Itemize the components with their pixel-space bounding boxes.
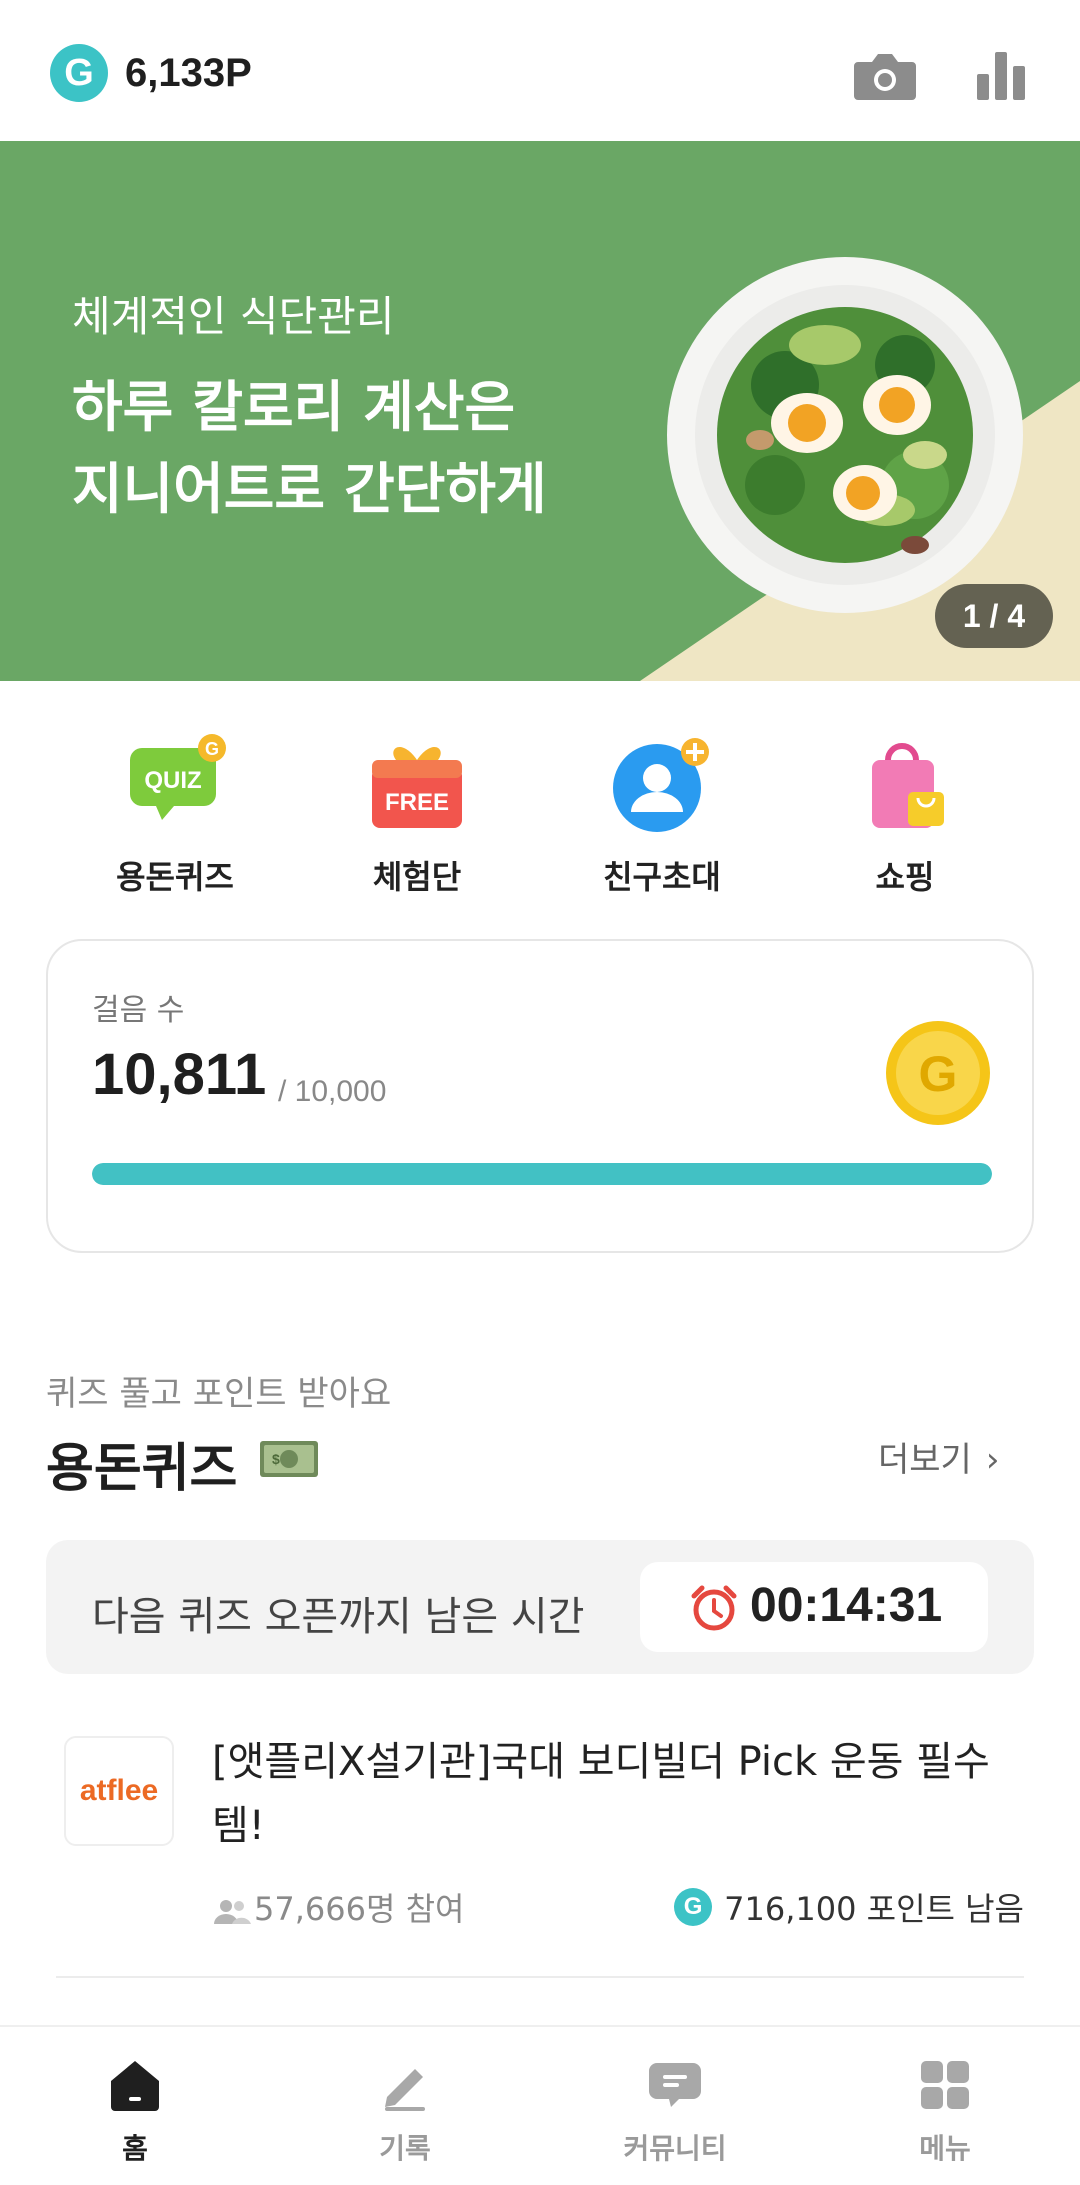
nav-community[interactable]: 커뮤니티 <box>540 2027 810 2185</box>
steps-goal: / 10,000 <box>278 1075 387 1108</box>
quick-menu-experience[interactable]: FREE 체험단 <box>317 730 517 900</box>
nav-label: 커뮤니티 <box>623 2132 727 2165</box>
svg-text:FREE: FREE <box>385 789 449 816</box>
banner-pager: 1 / 4 <box>935 584 1053 648</box>
salad-plate-image <box>667 257 1023 613</box>
banner-title-line-1: 하루 칼로리 계산은 <box>72 375 516 439</box>
free-gift-icon: FREE <box>372 746 462 828</box>
point-balance[interactable]: 6,133P <box>125 46 252 100</box>
people-icon <box>214 1900 251 1924</box>
quick-menu-label: 친구초대 <box>603 858 721 896</box>
timer-value: 00:14:31 <box>750 1579 943 1632</box>
timer-label: 다음 퀴즈 오픈까지 남은 시간 <box>92 1594 585 1640</box>
steps-progress-bar <box>92 1163 992 1185</box>
banner-title: 하루 칼로리 계산은 지니어트로 간단하게 <box>72 366 547 530</box>
nav-menu[interactable]: 메뉴 <box>810 2027 1080 2185</box>
alarm-clock-icon <box>691 1585 737 1631</box>
shopping-bag-icon <box>872 743 944 828</box>
nav-label: 기록 <box>379 2132 431 2165</box>
quick-menu-invite[interactable]: 친구초대 <box>562 730 762 900</box>
invite-friend-icon <box>613 738 709 832</box>
quiz-points-remaining: G 716,100 포인트 남음 <box>674 1884 1024 1930</box>
quiz-participants: 57,666명 참여 <box>212 1884 464 1930</box>
point-g-icon: G <box>674 1888 713 1926</box>
nav-label: 홈 <box>122 2132 148 2165</box>
quiz-section-subtitle: 퀴즈 풀고 포인트 받아요 <box>46 1374 392 1414</box>
home-icon <box>111 2061 159 2111</box>
quick-menu-label: 용돈퀴즈 <box>116 858 234 896</box>
list-divider <box>56 1976 1024 1978</box>
quiz-item-title: [앳플리X설기관]국대 보디빌더 Pick 운동 필수템! <box>212 1739 990 1849</box>
bottom-navigation: 홈 기록 커뮤니티 메뉴 <box>0 2025 1080 2185</box>
quick-menu-shopping[interactable]: 쇼핑 <box>805 730 1005 900</box>
quiz-more-link[interactable]: 더보기 › <box>878 1432 999 1481</box>
svg-text:G: G <box>205 739 219 759</box>
point-g-icon: G <box>50 44 108 102</box>
top-header: G 6,133P <box>0 0 1080 141</box>
banner-title-line-2: 지니어트로 간단하게 <box>72 457 547 521</box>
pencil-icon <box>385 2069 425 2111</box>
svg-text:G: G <box>919 1046 958 1102</box>
steps-card[interactable]: 걸음 수 10,811 / 10,000 G <box>46 939 1034 1253</box>
quiz-list-item[interactable]: atflee [앳플리X설기관]국대 보디빌더 Pick 운동 필수템! 57,… <box>46 1722 1034 1977</box>
steps-label: 걸음 수 <box>92 993 185 1028</box>
nav-label: 메뉴 <box>919 2132 971 2165</box>
quick-menu-label: 쇼핑 <box>875 858 935 896</box>
remaining-text: 716,100 포인트 남음 <box>724 1890 1024 1928</box>
bar-chart-icon[interactable] <box>966 40 1036 110</box>
chevron-right-icon: › <box>985 1440 1000 1480</box>
svg-text:QUIZ: QUIZ <box>144 767 201 794</box>
participants-text: 57,666명 참여 <box>254 1890 465 1928</box>
money-icon: $ <box>260 1441 318 1477</box>
quiz-timer-box: 다음 퀴즈 오픈까지 남은 시간 00:14:31 <box>46 1540 1034 1674</box>
nav-home[interactable]: 홈 <box>0 2027 270 2185</box>
steps-progress-fill <box>92 1163 992 1185</box>
timer-pill: 00:14:31 <box>640 1562 988 1652</box>
grid-menu-icon <box>921 2061 969 2109</box>
camera-icon[interactable] <box>850 40 920 110</box>
banner-subtitle: 체계적인 식단관리 <box>72 292 395 341</box>
quick-menu-quiz[interactable]: QUIZ G 용돈퀴즈 <box>75 730 275 900</box>
chat-bubble-icon <box>649 2063 701 2107</box>
svg-text:$: $ <box>272 1451 280 1467</box>
quick-menu-label: 체험단 <box>372 858 462 896</box>
quiz-section-title: 용돈퀴즈 <box>46 1439 238 1499</box>
nav-record[interactable]: 기록 <box>270 2027 540 2185</box>
steps-value: 10,811 <box>92 1042 267 1107</box>
quiz-icon: QUIZ G <box>130 734 226 820</box>
atflee-logo: atflee <box>64 1736 174 1846</box>
more-label: 더보기 <box>878 1440 972 1480</box>
gold-coin-icon[interactable]: G <box>884 1019 992 1127</box>
promo-banner[interactable]: 체계적인 식단관리 하루 칼로리 계산은 지니어트로 간단하게 1 / 4 <box>0 141 1080 681</box>
